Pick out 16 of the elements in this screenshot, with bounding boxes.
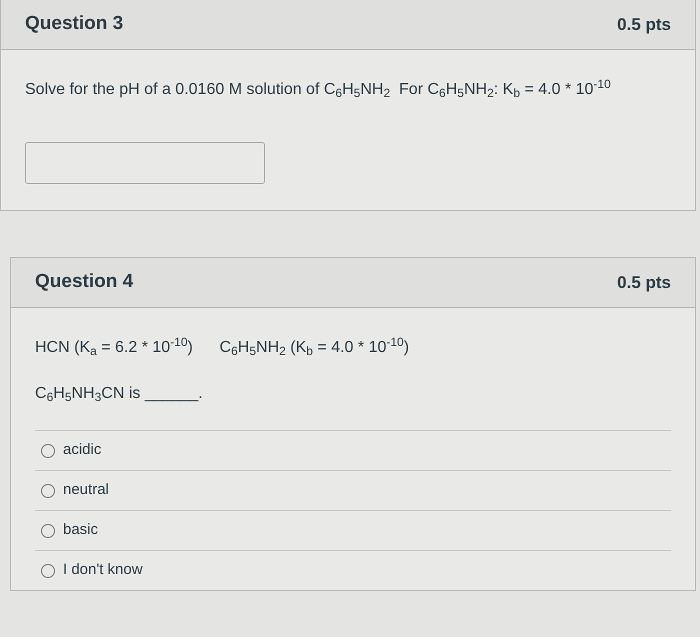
question-text: C$_{6}$H$_{5}$NH$_{3}$CN is ______. [35, 384, 204, 406]
question-title: Question 3 [25, 12, 124, 36]
points-label: 0.5 pts [617, 14, 671, 36]
radio-button[interactable] [41, 444, 55, 458]
option-label[interactable]: basic [63, 519, 98, 542]
question-text: HCN (K$_{a}$ = 6.2 * 10$^{-10}$) C$_{6}$H$_{5}$NH$_{2}$ (K$_{b}$ = 4.0 * 10$^{-10}$) [35, 336, 410, 360]
question-text: Solve for the pH of a 0.0160 M solution of C$_{6}$H$_{5}$NH$_{2}$ For C$_{6}$H$_{5}$NH$_{2}$: K$_{b}$ = 4.0 * 10$^{-10}$ [25, 78, 612, 102]
radio-button[interactable] [41, 524, 55, 538]
question-title: Question 4 [35, 270, 134, 294]
option-label[interactable]: neutral [63, 479, 109, 502]
option-label[interactable]: I don't know [63, 559, 143, 582]
radio-button[interactable] [41, 484, 55, 498]
option-label[interactable]: acidic [63, 439, 102, 462]
answer-field[interactable] [25, 142, 265, 184]
points-label: 0.5 pts [617, 272, 671, 294]
radio-button[interactable] [41, 564, 55, 578]
